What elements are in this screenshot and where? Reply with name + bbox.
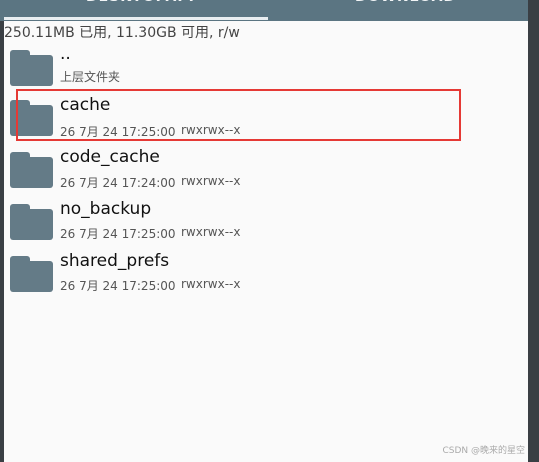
watermark: CSDN @晚来的星空 <box>442 446 525 456</box>
file-name: no_backup <box>60 199 152 219</box>
file-name: code_cache <box>60 147 160 167</box>
tab-download[interactable]: DOWNLOAD <box>355 0 456 10</box>
file-row-no-backup[interactable]: no_backup 26 7月 24 17:25:00 rwxrwx--x <box>4 199 524 250</box>
file-date: 26 7月 24 17:24:00 <box>60 176 176 190</box>
folder-icon <box>10 152 53 188</box>
tab-indicator <box>4 17 268 20</box>
file-permissions: rwxrwx--x <box>181 174 241 188</box>
file-row-shared-prefs[interactable]: shared_prefs 26 7月 24 17:25:00 rwxrwx--x <box>4 251 524 302</box>
file-name: shared_prefs <box>60 251 170 271</box>
highlight-box <box>16 89 461 141</box>
file-name: .. <box>60 44 71 64</box>
file-row-code-cache[interactable]: code_cache 26 7月 24 17:24:00 rwxrwx--x <box>4 147 524 198</box>
folder-icon <box>10 204 53 240</box>
storage-info: 250.11MB 已用, 11.30GB 可用, r/w <box>4 25 240 41</box>
tab-desktopapp[interactable]: DESKTOPAPP <box>86 0 200 10</box>
file-permissions: rwxrwx--x <box>181 225 241 239</box>
folder-icon <box>10 50 53 86</box>
right-edge <box>528 0 539 462</box>
file-date: 26 7月 24 17:25:00 <box>60 279 176 293</box>
file-subtitle: 上层文件夹 <box>60 70 121 84</box>
file-permissions: rwxrwx--x <box>181 277 241 291</box>
folder-icon <box>10 256 53 292</box>
tab-bar: DESKTOPAPP DOWNLOAD <box>0 0 528 21</box>
file-date: 26 7月 24 17:25:00 <box>60 227 176 241</box>
